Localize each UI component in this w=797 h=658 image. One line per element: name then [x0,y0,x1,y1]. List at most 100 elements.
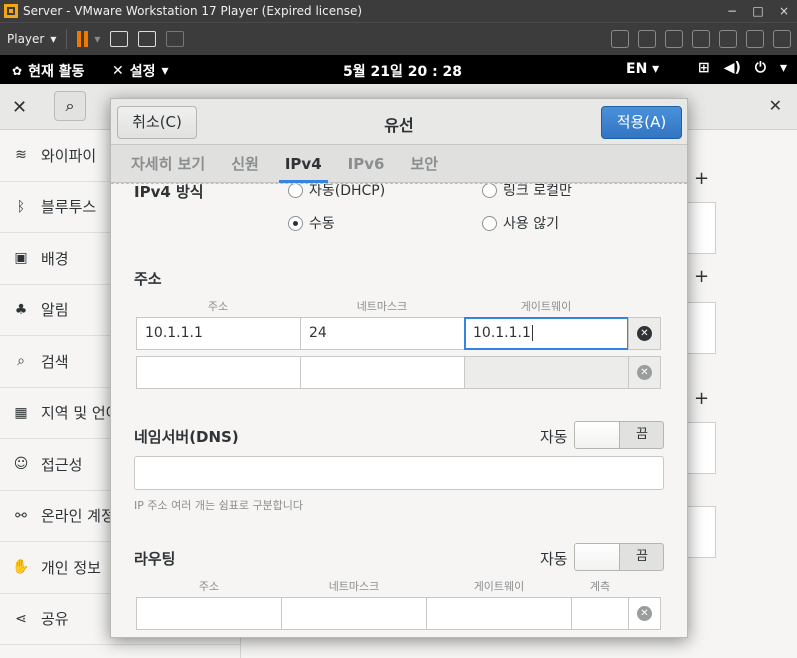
player-menu[interactable]: Player ▾ [7,32,56,46]
network-icon[interactable] [692,30,710,48]
language-label: EN [626,61,648,77]
sidebar-item-label: 블루투스 [41,198,97,217]
app-menu[interactable]: ✕ 설정 ▾ [112,61,169,81]
sidebar-item-label: 개인 정보 [41,558,101,577]
gateway-value: 10.1.1.1 [473,325,531,341]
route-netmask-input[interactable] [281,597,427,630]
system-menu[interactable]: ⊞ ◀) ⏻ ▾ [698,60,787,76]
pause-icon[interactable] [77,31,89,47]
delete-address-button[interactable]: ✕ [628,317,661,350]
address-input[interactable]: 10.1.1.1 [136,317,301,350]
hdd-icon[interactable] [638,30,656,48]
chevron-down-icon: ▾ [652,61,660,77]
routes-label: 라우팅 [134,550,176,568]
route-address-input[interactable] [136,597,282,630]
netmask-value: 24 [309,325,327,341]
text-cursor [531,325,533,341]
route-metric-input[interactable] [571,597,629,630]
tab-details[interactable]: 자세히 보기 [121,145,215,183]
switch-state: 끔 [636,549,648,564]
sidebar-item-label: 온라인 계정 [41,507,115,526]
maximize-button[interactable]: □ [745,0,771,22]
column-header-address: 주소 [207,300,229,313]
fullscreen-icon[interactable] [138,31,157,47]
network2-icon[interactable] [719,30,737,48]
radio-disabled[interactable]: 사용 않기 [482,213,559,233]
usb-icon[interactable] [746,30,764,48]
message-icon[interactable] [773,30,791,48]
vmware-logo-icon [4,4,18,18]
sidebar-item-label: 알림 [41,301,69,320]
tab-ipv4[interactable]: IPv4 [275,145,332,183]
delete-route-button[interactable]: ✕ [628,597,661,630]
routes-auto-switch[interactable]: 끔 [574,543,664,571]
network-wired-icon: ⊞ [697,60,710,76]
chevron-down-icon: ▾ [50,32,57,46]
gnome-top-bar: ✿ 현재 활동 ✕ 설정 ▾ 5월 21일 20 : 28 EN ▾ ⊞ ◀) … [0,55,797,84]
app-menu-label: 설정 [129,64,156,80]
device-icon[interactable] [611,30,629,48]
player-menu-label: Player [7,32,45,46]
delete-address-button[interactable]: ✕ [628,356,661,389]
clear-icon: ✕ [637,606,652,621]
chevron-down-icon[interactable]: ▾ [94,32,100,46]
share-icon: ⋖ [15,610,27,627]
radio-indicator [288,184,303,198]
column-header-netmask: 네트마스크 [356,300,408,313]
radio-indicator [482,215,497,231]
apply-button[interactable]: 적용(A) [601,106,682,139]
dns-auto-switch[interactable]: 끔 [574,421,664,449]
online-accounts-icon: ⚯ [15,507,27,524]
add-icon[interactable]: + [694,388,709,409]
region-icon: ▦ [14,404,28,421]
sidebar-item-label: 접근성 [41,455,83,474]
dialog-header: 취소(C) 유선 적용(A) [111,99,687,145]
route-gateway-input[interactable] [426,597,572,630]
connection-card [686,302,716,354]
cd-icon[interactable] [665,30,683,48]
clock[interactable]: 5월 21일 20 : 28 [343,61,462,81]
radio-indicator [482,184,497,198]
bell-icon: ♣ [14,301,28,318]
connection-card [686,422,716,474]
cancel-button[interactable]: 취소(C) [117,106,197,139]
switch-state: 끔 [636,427,648,442]
tab-identity[interactable]: 신원 [221,145,269,183]
tab-security[interactable]: 보안 [400,145,448,183]
dialog-tabs: 자세히 보기 신원 IPv4 IPv6 보안 [111,145,687,183]
route-header-gateway: 게이트웨이 [473,580,525,593]
radio-label: 수동 [309,216,335,232]
netmask-input[interactable]: 24 [300,317,465,350]
add-icon[interactable]: + [694,168,709,189]
dns-input[interactable] [134,456,664,490]
sidebar-item-label: 지역 및 언어 [41,404,120,423]
sidebar-item-label: 검색 [41,352,69,371]
search-button[interactable]: ⌕ [54,91,86,121]
gateway-input[interactable]: 10.1.1.1 [464,317,629,350]
input-source-menu[interactable]: EN ▾ [626,61,659,77]
minimize-button[interactable]: − [719,0,745,22]
sidebar-item-label: 배경 [41,249,69,268]
accessibility-icon: ☺ [13,456,29,473]
tab-ipv6[interactable]: IPv6 [338,145,395,183]
add-icon[interactable]: + [694,266,709,287]
route-header-metric: 계측 [589,580,611,593]
close-button[interactable]: × [771,0,797,22]
gnome-foot-icon: ✿ [12,64,23,78]
radio-indicator [288,215,303,231]
address-input[interactable] [136,356,301,389]
netmask-input[interactable] [300,356,465,389]
unity-icon[interactable] [166,31,185,47]
close-icon[interactable]: ✕ [769,96,782,115]
radio-label: 자동(DHCP) [309,183,386,199]
radio-manual[interactable]: 수동 [288,213,335,233]
radio-dhcp[interactable]: 자동(DHCP) [288,183,386,200]
send-keys-icon[interactable] [110,31,129,47]
search-icon: ⌕ [65,96,75,115]
connection-card [686,202,716,254]
column-header-gateway: 게이트웨이 [520,300,572,313]
radio-link-local[interactable]: 링크 로컬만 [482,184,572,200]
activities-button[interactable]: ✿ 현재 활동 [12,61,84,81]
route-header-netmask: 네트마스크 [328,580,380,593]
gateway-input[interactable] [464,356,629,389]
